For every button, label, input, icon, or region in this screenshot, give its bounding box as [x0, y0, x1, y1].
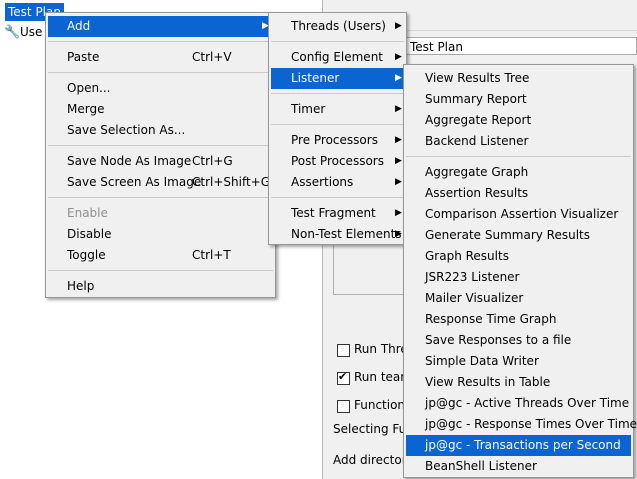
chevron-right-icon: ▶ — [395, 229, 402, 239]
separator — [271, 197, 404, 198]
menu-item-merge[interactable]: Merge — [48, 99, 273, 120]
menu-item-timer[interactable]: Timer ▶ — [271, 99, 404, 120]
wrench-icon: 🔧 — [4, 25, 21, 40]
listener-item[interactable]: Mailer Visualizer — [406, 288, 631, 309]
menu-item-assertions[interactable]: Assertions ▶ — [271, 172, 404, 193]
run-teardown-label: Run tearl — [354, 370, 409, 384]
separator — [48, 41, 273, 42]
listener-item[interactable]: Save Responses to a file — [406, 330, 631, 351]
chevron-right-icon: ▶ — [395, 52, 402, 62]
separator — [48, 197, 273, 198]
listener-item[interactable]: Generate Summary Results — [406, 225, 631, 246]
listener-item[interactable]: jp@gc - Active Threads Over Time — [406, 393, 631, 414]
chevron-right-icon: ▶ — [395, 21, 402, 31]
separator — [48, 72, 273, 73]
menu-item-save-selection[interactable]: Save Selection As... — [48, 120, 273, 141]
listener-item[interactable]: View Results Tree — [406, 68, 631, 89]
menu-item-paste[interactable]: Paste Ctrl+V — [48, 47, 273, 68]
menu-item-pre-processors[interactable]: Pre Processors ▶ — [271, 130, 404, 151]
menu-item-add[interactable]: Add ▶ — [48, 16, 273, 37]
separator — [406, 156, 631, 157]
chevron-right-icon: ▶ — [395, 73, 402, 83]
name-field[interactable]: Test Plan — [406, 37, 637, 55]
functional-mode-label: Function — [354, 398, 406, 412]
chevron-right-icon: ▶ — [395, 177, 402, 187]
listener-item-selected[interactable]: jp@gc - Transactions per Second — [406, 435, 631, 456]
listener-item[interactable]: jp@gc - Response Times Over Time — [406, 414, 637, 435]
separator — [271, 41, 404, 42]
listener-item[interactable]: Comparison Assertion Visualizer — [406, 204, 631, 225]
run-teardown-checkbox[interactable] — [337, 370, 350, 385]
listener-item[interactable]: View Results in Table — [406, 372, 631, 393]
listener-item[interactable]: Simple Data Writer — [406, 351, 631, 372]
listener-item[interactable]: JSR223 Listener — [406, 267, 631, 288]
listener-item[interactable]: Backend Listener — [406, 131, 631, 152]
chevron-right-icon: ▶ — [395, 156, 402, 166]
listener-item[interactable]: BeanShell Listener — [406, 456, 631, 477]
menu-item-disable[interactable]: Disable — [48, 224, 273, 245]
menu-item-toggle[interactable]: Toggle Ctrl+T — [48, 245, 273, 266]
menu-item-threads[interactable]: Threads (Users) ▶ — [271, 16, 404, 37]
listener-submenu: View Results Tree Summary Report Aggrega… — [403, 64, 637, 478]
add-directory-label: Add directory — [333, 453, 414, 467]
tree-item-user-defined[interactable]: 🔧Use — [4, 23, 42, 41]
menu-item-save-screen-image[interactable]: Save Screen As Image Ctrl+Shift+G — [48, 172, 273, 193]
chevron-right-icon: ▶ — [395, 208, 402, 218]
listener-item[interactable]: Aggregate Report — [406, 110, 631, 131]
menu-item-listener[interactable]: Listener ▶ — [271, 68, 404, 89]
separator — [271, 124, 404, 125]
functional-mode-checkbox[interactable] — [337, 400, 350, 413]
listener-item[interactable]: Assertion Results — [406, 183, 631, 204]
chevron-right-icon: ▶ — [395, 135, 402, 145]
tree-item-label: Use — [20, 25, 43, 39]
menu-item-config-element[interactable]: Config Element ▶ — [271, 47, 404, 68]
run-threads-checkbox[interactable] — [337, 344, 350, 357]
chevron-right-icon: ▶ — [395, 104, 402, 114]
selecting-label: Selecting Fu — [333, 422, 407, 436]
menu-item-open[interactable]: Open... — [48, 78, 273, 99]
menu-item-non-test-elements[interactable]: Non-Test Elements ▶ — [271, 224, 404, 245]
menu-item-help[interactable]: Help — [48, 276, 273, 297]
menu-item-enable: Enable — [67, 206, 108, 220]
add-submenu: Threads (Users) ▶ Config Element ▶ Liste… — [268, 12, 407, 245]
run-threads-label: Run Thre — [354, 342, 408, 356]
context-menu: Add ▶ Paste Ctrl+V Open... Merge Save Se… — [45, 12, 276, 298]
menu-item-save-node-image[interactable]: Save Node As Image Ctrl+G — [48, 151, 273, 172]
menu-item-post-processors[interactable]: Post Processors ▶ — [271, 151, 404, 172]
name-field-value: Test Plan — [410, 40, 463, 54]
menu-item-test-fragment[interactable]: Test Fragment ▶ — [271, 203, 404, 224]
listener-item[interactable]: Summary Report — [406, 89, 631, 110]
separator — [271, 93, 404, 94]
separator — [48, 270, 273, 271]
separator — [48, 145, 273, 146]
listener-item[interactable]: Response Time Graph — [406, 309, 631, 330]
listener-item[interactable]: Aggregate Graph — [406, 162, 631, 183]
listener-item[interactable]: Graph Results — [406, 246, 631, 267]
